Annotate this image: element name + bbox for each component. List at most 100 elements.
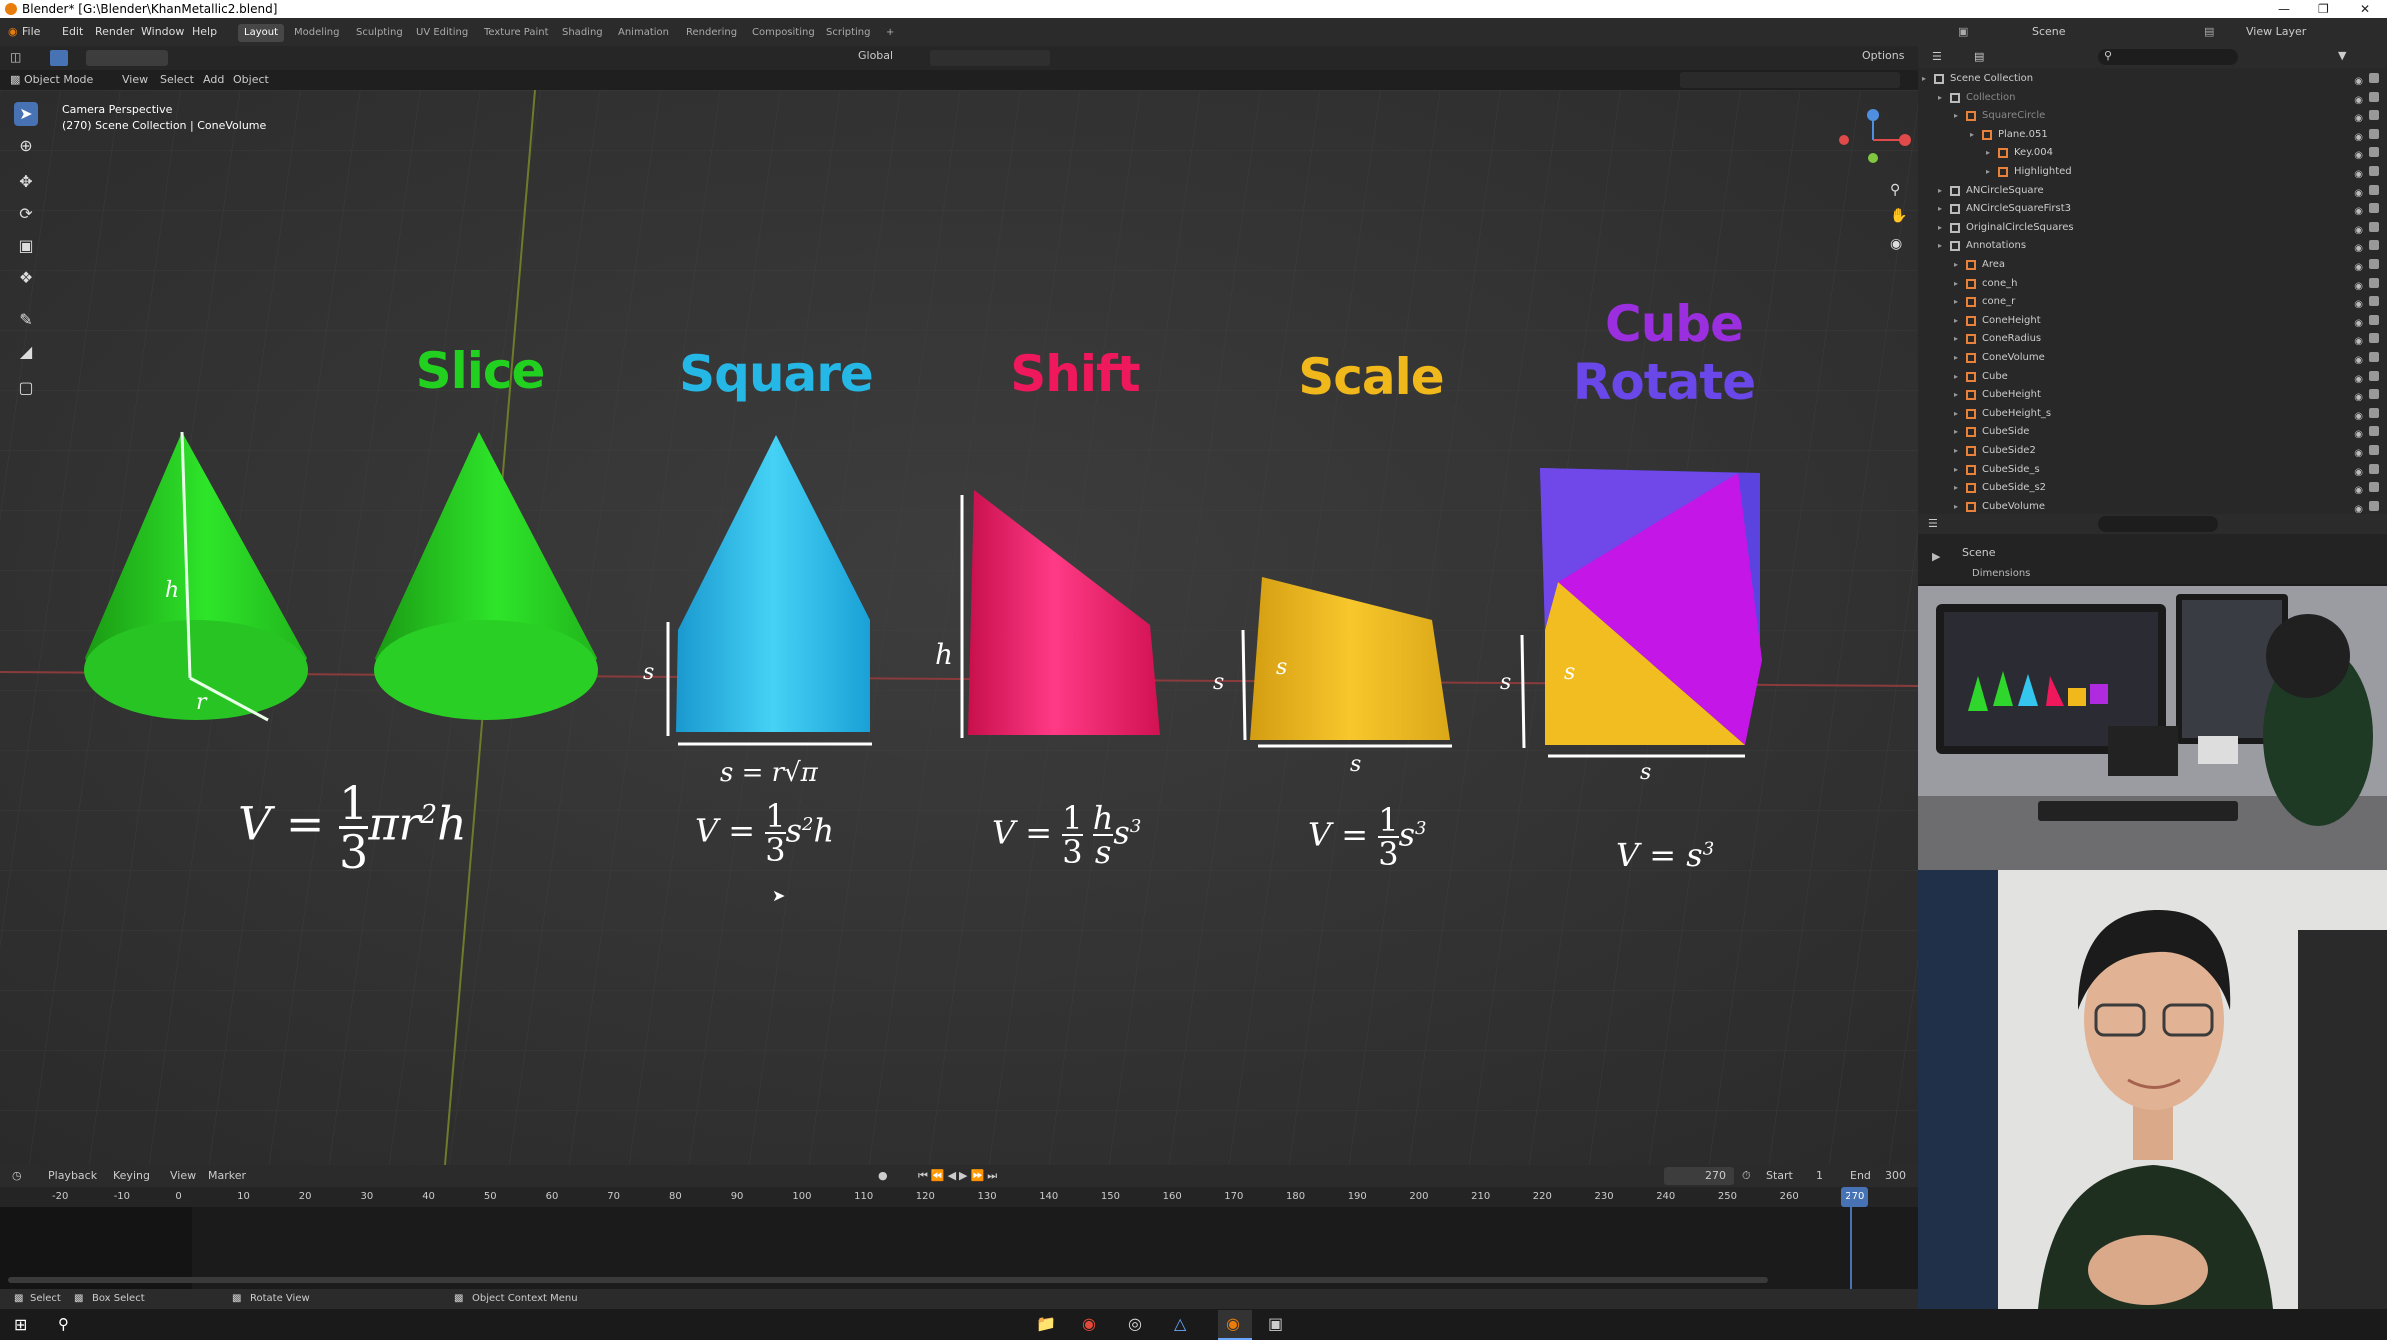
render-camera-icon[interactable] [2369,240,2379,251]
expand-arrow-icon[interactable]: ▸ [1954,461,1958,479]
render-camera-icon[interactable] [2369,296,2379,307]
viewport-menu-object[interactable]: Object [233,70,269,90]
outliner-row[interactable]: ▸ ConeVolume ◉ [1918,349,2387,367]
expand-arrow-icon[interactable]: ▸ [1970,126,1974,144]
timeline-area[interactable] [0,1187,1918,1289]
expand-arrow-icon[interactable]: ▸ [1954,386,1958,404]
properties-search-input[interactable] [2098,516,2218,532]
expand-arrow-icon[interactable]: ▸ [1954,479,1958,497]
render-camera-icon[interactable] [2369,128,2379,139]
timeline-menu-playback[interactable]: Playback [48,1165,97,1187]
expand-arrow-icon[interactable]: ▸ [1938,200,1942,218]
properties-tab-icon[interactable]: ▶ [1932,550,1940,563]
file-explorer-icon[interactable]: 📁 [1036,1314,1056,1333]
chrome-icon[interactable]: ◉ [1082,1314,1096,1333]
measure-tool-icon[interactable]: ◢ [14,340,38,364]
visibility-eye-icon[interactable]: ◉ [2354,501,2363,514]
expand-arrow-icon[interactable]: ▸ [1938,89,1942,107]
stopwatch-icon[interactable]: ⏱ [1742,1165,1751,1187]
cursor-tool-icon[interactable]: ⊕ [14,134,38,158]
expand-arrow-icon[interactable]: ▸ [1954,423,1958,441]
render-camera-icon[interactable] [2369,166,2379,176]
render-camera-icon[interactable] [2369,277,2379,288]
render-camera-icon[interactable] [2369,500,2379,511]
select-tool-icon[interactable]: ➤ [14,102,38,126]
timeline-ruler[interactable]: -20 -10 0 10 20 30 40 50 60 70 80 90 100 110 120 130 140… [0,1187,1918,1207]
object-mode-dropdown[interactable]: Object Mode [24,70,93,90]
render-camera-icon[interactable] [2369,259,2379,269]
maximize-icon[interactable]: ❐ [2318,0,2329,18]
render-camera-icon[interactable] [2369,407,2379,418]
outliner-row[interactable]: ▸ Plane.051 ◉ [1918,126,2387,144]
editor-type-icon[interactable]: ◫ [10,50,21,64]
outliner-row[interactable]: ▸ CubeHeight ◉ [1918,386,2387,404]
current-frame-field[interactable]: 270 [1664,1167,1734,1185]
menu-edit[interactable]: Edit [62,18,83,46]
select-box-icon[interactable] [50,50,68,66]
outliner-row[interactable]: ▸ OriginalCircleSquares ◉ [1918,219,2387,237]
expand-arrow-icon[interactable]: ▸ [1954,107,1958,125]
expand-arrow-icon[interactable]: ▸ [1922,70,1926,88]
menu-file[interactable]: File [22,18,40,46]
minimize-icon[interactable]: — [2278,0,2290,18]
rotating-cube-shape[interactable] [1520,468,1762,758]
pan-hand-icon[interactable]: ✋ [1890,208,1907,224]
tab-layout[interactable]: Layout [238,24,284,42]
render-camera-icon[interactable] [2369,482,2379,493]
render-camera-icon[interactable] [2369,370,2379,381]
render-camera-icon[interactable] [2369,333,2379,344]
transform-orientation[interactable]: Global [858,49,893,62]
outliner-row[interactable]: ▸ cone_h ◉ [1918,275,2387,293]
outliner-search-input[interactable] [2098,49,2238,65]
move-tool-icon[interactable]: ✥ [14,170,38,194]
render-camera-icon[interactable] [2369,463,2379,474]
outliner-row[interactable]: ▸ Area ◉ [1918,256,2387,274]
render-camera-icon[interactable] [2369,314,2379,325]
menu-window[interactable]: Window [141,18,184,46]
add-cube-tool-icon[interactable]: ▢ [14,376,38,400]
outliner-row[interactable]: ▸ Key.004 ◉ [1918,144,2387,162]
playhead[interactable] [1850,1187,1852,1289]
expand-arrow-icon[interactable]: ▸ [1954,498,1958,514]
filter-icon[interactable]: ▼ [2338,49,2346,62]
expand-arrow-icon[interactable]: ▸ [1954,275,1958,293]
view-layer-name[interactable]: View Layer [2246,18,2306,46]
menu-render[interactable]: Render [95,18,134,46]
expand-arrow-icon[interactable]: ▸ [1938,182,1942,200]
camera-app-icon[interactable]: ▣ [1268,1314,1283,1333]
render-camera-icon[interactable] [2369,445,2379,455]
outliner-row[interactable]: ▸ CubeVolume ◉ [1918,498,2387,514]
tab-uv-editing[interactable]: UV Editing [410,24,474,42]
viewport-menu-select[interactable]: Select [160,70,194,90]
tab-scripting[interactable]: Scripting [820,24,876,42]
expand-arrow-icon[interactable]: ▸ [1954,405,1958,423]
outliner-editor-icon[interactable]: ☰ [1932,50,1942,63]
render-camera-icon[interactable] [2369,147,2379,158]
blender-taskbar-icon[interactable]: ◉ [1226,1314,1240,1333]
outliner-row[interactable]: ▸ CubeSide_s ◉ [1918,461,2387,479]
expand-arrow-icon[interactable]: ▸ [1954,368,1958,386]
expand-arrow-icon[interactable]: ▸ [1986,163,1990,181]
tab-modeling[interactable]: Modeling [288,24,346,42]
outliner-row[interactable]: ▸ Annotations ◉ [1918,237,2387,255]
outliner-row[interactable]: ▸ ConeRadius ◉ [1918,330,2387,348]
outliner-row[interactable]: ▸ cone_r ◉ [1918,293,2387,311]
options-dropdown[interactable]: Options [1862,49,1904,62]
app-icon[interactable]: △ [1174,1314,1186,1333]
render-camera-icon[interactable] [2369,389,2379,400]
viewport-menu-add[interactable]: Add [203,70,224,90]
timeline-scrollbar[interactable] [8,1277,1768,1283]
tab-shading[interactable]: Shading [556,24,609,42]
timeline-editor-icon[interactable]: ◷ [12,1165,22,1187]
outliner-row[interactable]: ▸ CubeSide2 ◉ [1918,442,2387,460]
outliner-row[interactable]: ▸ CubeSide_s2 ◉ [1918,479,2387,497]
end-frame-value[interactable]: 300 [1885,1165,1906,1187]
outliner-panel[interactable]: ☰ ▤ ⚲ ▼ ▸ Scene Collection ◉ ▸ Collection ◉ ▸ S… [1918,46,2387,514]
selection-mode-buttons[interactable] [86,50,168,66]
outliner-row[interactable]: ▸ ConeHeight ◉ [1918,312,2387,330]
expand-arrow-icon[interactable]: ▸ [1986,144,1990,162]
start-frame-value[interactable]: 1 [1816,1165,1823,1187]
shading-mode-buttons[interactable] [1680,72,1900,88]
outliner-row[interactable]: ▸ ANCircleSquareFirst3 ◉ [1918,200,2387,218]
camera-view-icon[interactable]: ◉ [1890,236,1902,252]
